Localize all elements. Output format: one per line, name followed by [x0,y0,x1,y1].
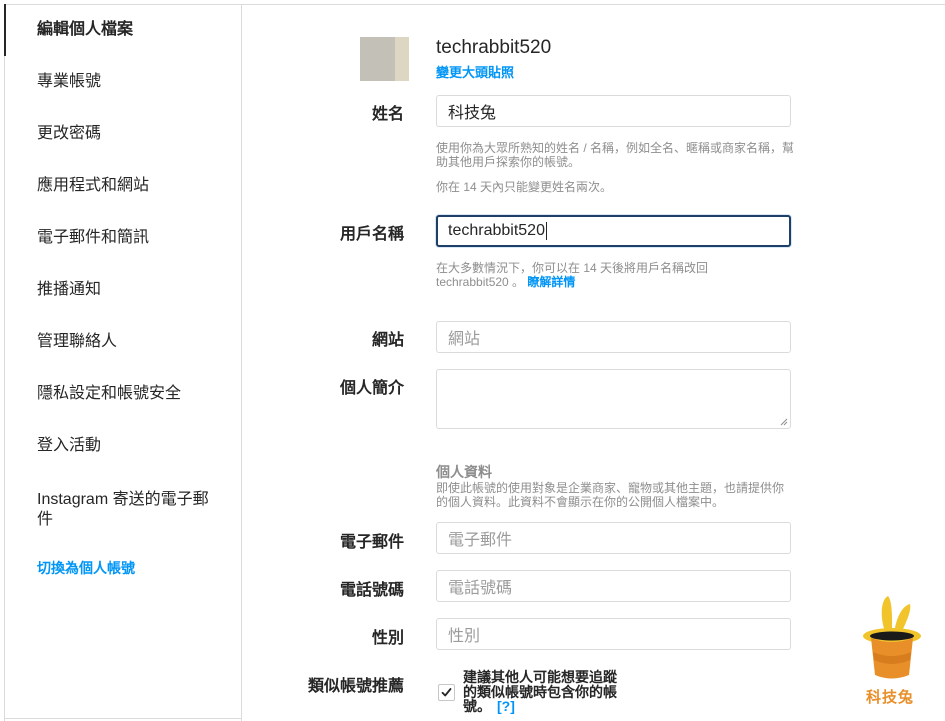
email-label: 電子郵件 [339,534,404,551]
name-help-text: 使用你為大眾所熟知的姓名 / 名稱，例如全名、暱稱或商家名稱，幫助其他用戶探索你… [436,141,795,169]
profile-username: techrabbit520 [436,37,552,58]
sidebar-item-change-password[interactable]: 更改密碼 [4,108,241,160]
gender-field[interactable]: 性別 [436,618,791,650]
name-value: 科技兔 [448,105,497,122]
similar-accounts-label: 類似帳號推薦 [307,678,404,695]
sidebar-bottom-divider [4,718,241,719]
username-help-text: 在大多數情況下，你可以在 14 天後將用戶名稱改回 techrabbit520 … [436,261,726,289]
similar-accounts-checkbox[interactable] [438,684,455,701]
name-field[interactable]: 科技兔 [436,95,791,127]
username-label: 用戶名稱 [339,226,404,243]
sidebar-item-label: 管理聯絡人 [37,333,118,350]
change-profile-photo-link[interactable]: 變更大頭貼照 [436,62,514,81]
phone-field[interactable]: 電話號碼 [436,570,791,602]
avatar[interactable] [360,37,409,81]
sidebar-item-email-sms[interactable]: 電子郵件和簡訊 [4,212,241,264]
sidebar-item-label: 隱私設定和帳號安全 [37,385,182,402]
avatar-image-right [395,37,409,81]
settings-sidebar: 編輯個人檔案 專業帳號 更改密碼 應用程式和網站 電子郵件和簡訊 推播通知 管理… [4,4,242,721]
website-field[interactable]: 網站 [436,321,791,353]
username-field[interactable]: techrabbit520 [436,215,791,247]
email-field[interactable]: 電子郵件 [436,522,791,554]
learn-more-link[interactable]: 瞭解詳情 [527,275,575,289]
phone-label: 電話號碼 [339,582,404,599]
personal-info-help-text: 即使此帳號的使用對象是企業商家、寵物或其他主題，也請提供你的個人資料。此資料不會… [436,481,785,509]
gender-label: 性別 [371,630,404,647]
phone-placeholder: 電話號碼 [448,580,513,597]
sidebar-item-label: Instagram 寄送的電子郵件 [37,491,209,528]
help-link[interactable]: [?] [497,698,515,714]
sidebar-item-manage-contacts[interactable]: 管理聯絡人 [4,316,241,368]
sidebar-item-label: 專業帳號 [37,73,102,90]
personal-info-title: 個人資料 [436,464,492,480]
avatar-image-left [360,37,395,81]
similar-accounts-description: 建議其他人可能想要追蹤的類似帳號時包含你的帳號。 [463,669,617,714]
text-caret [545,222,547,240]
sidebar-item-login-activity[interactable]: 登入活動 [4,420,241,472]
sidebar-item-label: 編輯個人檔案 [37,21,134,38]
name-label: 姓名 [371,106,404,123]
sidebar-item-edit-profile[interactable]: 編輯個人檔案 [4,4,241,56]
name-change-limit-text: 你在 14 天內只能變更姓名兩次。 [436,180,613,194]
checkmark-icon [441,688,452,697]
bio-label: 個人簡介 [339,380,404,397]
sidebar-item-label: 應用程式和網站 [37,177,150,194]
website-label: 網站 [371,332,404,349]
sidebar-item-label: 電子郵件和簡訊 [37,229,150,246]
resize-handle-icon[interactable] [780,418,788,426]
watermark-text: 科技兔 [866,689,915,706]
username-value: techrabbit520 [448,222,545,239]
similar-accounts-text: 建議其他人可能想要追蹤的類似帳號時包含你的帳號。 [?] [463,670,623,714]
sidebar-item-label: 更改密碼 [37,125,102,142]
sidebar-item-privacy-security[interactable]: 隱私設定和帳號安全 [4,368,241,420]
sidebar-item-label: 登入活動 [37,437,102,454]
sidebar-item-label: 推播通知 [37,281,102,298]
sidebar-item-push-notifications[interactable]: 推播通知 [4,264,241,316]
sidebar-item-apps-websites[interactable]: 應用程式和網站 [4,160,241,212]
sidebar-item-emails-from-instagram[interactable]: Instagram 寄送的電子郵件 [4,486,241,534]
gender-placeholder: 性別 [448,628,481,645]
sidebar-switch-personal-account[interactable]: 切換為個人帳號 [4,542,241,594]
switch-account-link: 切換為個人帳號 [37,560,135,576]
email-placeholder: 電子郵件 [448,532,513,549]
website-placeholder: 網站 [448,331,481,348]
bio-textarea[interactable] [436,369,791,429]
sidebar-item-professional-account[interactable]: 專業帳號 [4,56,241,108]
